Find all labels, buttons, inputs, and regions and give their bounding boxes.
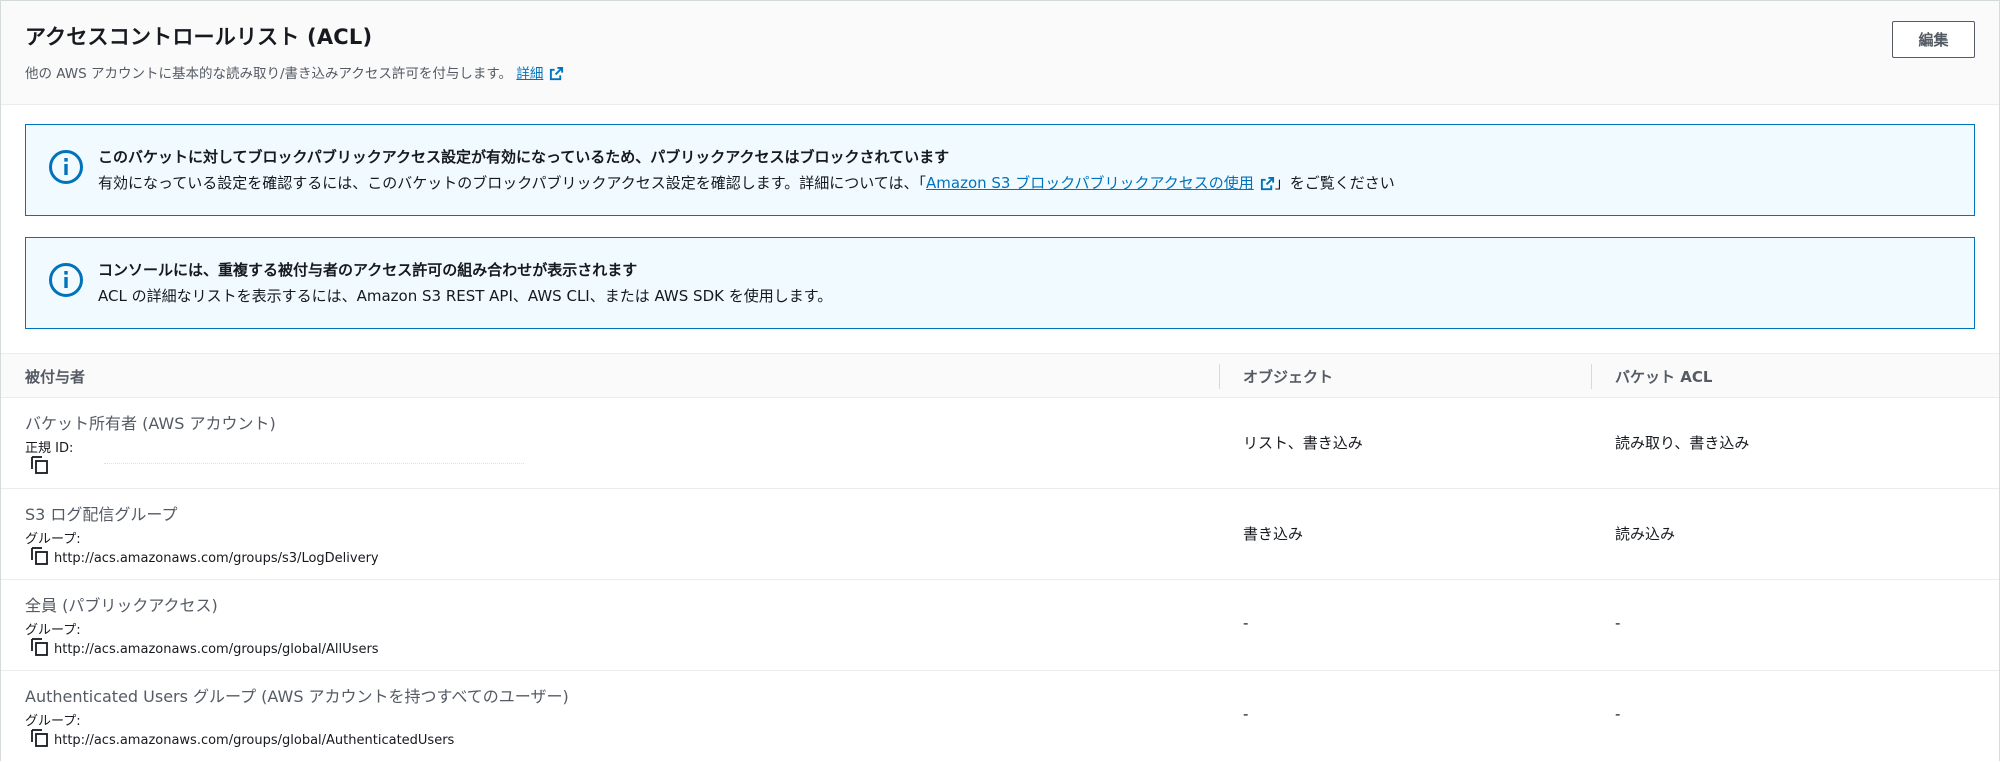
grantee-id-value: http://acs.amazonaws.com/groups/s3/LogDe…: [54, 550, 379, 566]
acl-panel: アクセスコントロールリスト (ACL) 他の AWS アカウントに基本的な読み取…: [0, 0, 2000, 762]
bucket-acl-permission: -: [1615, 614, 1621, 632]
block-public-access-link[interactable]: Amazon S3 ブロックパブリックアクセスの使用: [926, 174, 1254, 192]
grantee-id: http://acs.amazonaws.com/groups/global/A…: [31, 638, 379, 660]
alert-title: コンソールには、重複する被付与者のアクセス許可の組み合わせが表示されます: [98, 261, 638, 279]
grantee-label: グループ:: [25, 623, 81, 638]
alert-body-suffix: 」をご覧ください: [1274, 174, 1395, 192]
grantee-label: グループ:: [25, 714, 81, 729]
table-header: 被付与者 オブジェクト バケット ACL: [1, 353, 1999, 398]
grantee-id-value: http://acs.amazonaws.com/groups/global/A…: [54, 732, 455, 748]
column-header-object: オブジェクト: [1243, 368, 1334, 386]
bucket-acl-permission: -: [1615, 705, 1621, 723]
table-row: Authenticated Users グループ (AWS アカウントを持つすべ…: [1, 671, 1999, 762]
object-permission: 書き込み: [1243, 525, 1304, 543]
column-header-bucket-acl: バケット ACL: [1615, 368, 1713, 386]
object-permission: リスト、書き込み: [1243, 434, 1363, 452]
external-link-icon[interactable]: [549, 66, 564, 85]
copy-icon[interactable]: [31, 456, 48, 478]
details-link[interactable]: 詳細: [516, 66, 543, 82]
object-permission: -: [1243, 705, 1249, 723]
alert-title: このバケットに対してブロックパブリックアクセス設定が有効になっているため、パブリ…: [98, 148, 950, 166]
grantee-id: http://acs.amazonaws.com/groups/s3/LogDe…: [31, 547, 379, 569]
alert-body: ACL の詳細なリストを表示するには、Amazon S3 REST API、AW…: [98, 287, 833, 305]
table-row: S3 ログ配信グループ グループ: http://acs.amazonaws.c…: [1, 489, 1999, 580]
grantee-name: 全員 (パブリックアクセス): [25, 596, 218, 615]
alert-body-prefix: 有効になっている設定を確認するには、このバケットのブロックパブリックアクセス設定…: [98, 174, 927, 192]
grantee-name: バケット所有者 (AWS アカウント): [25, 414, 276, 433]
copy-icon[interactable]: [31, 729, 48, 751]
grantee-id: [31, 456, 524, 478]
panel-header: アクセスコントロールリスト (ACL) 他の AWS アカウントに基本的な読み取…: [1, 1, 1999, 105]
page-title: アクセスコントロールリスト (ACL): [25, 25, 373, 49]
permissions-info-alert: コンソールには、重複する被付与者のアクセス許可の組み合わせが表示されます ACL…: [25, 237, 1975, 329]
grantee-name: Authenticated Users グループ (AWS アカウントを持つすべ…: [25, 687, 569, 706]
table-row: 全員 (パブリックアクセス) グループ: http://acs.amazonaw…: [1, 580, 1999, 671]
grantee-label: 正規 ID:: [25, 441, 74, 456]
copy-icon[interactable]: [31, 547, 48, 569]
grantee-id-value: http://acs.amazonaws.com/groups/global/A…: [54, 641, 379, 657]
external-link-icon[interactable]: [1260, 176, 1275, 195]
grantee-id: http://acs.amazonaws.com/groups/global/A…: [31, 729, 455, 751]
object-permission: -: [1243, 614, 1249, 632]
info-circle-icon: [48, 262, 84, 302]
description-text: 他の AWS アカウントに基本的な読み取り/書き込みアクセス許可を付与します。: [25, 66, 513, 82]
block-public-access-alert: このバケットに対してブロックパブリックアクセス設定が有効になっているため、パブリ…: [25, 124, 1975, 216]
copy-icon[interactable]: [31, 638, 48, 660]
edit-button[interactable]: 編集: [1892, 21, 1975, 58]
column-divider: [1219, 364, 1220, 389]
alert-body: 有効になっている設定を確認するには、このバケットのブロックパブリックアクセス設定…: [98, 172, 1395, 195]
column-divider: [1591, 364, 1592, 389]
column-header-grantee: 被付与者: [25, 368, 86, 386]
info-circle-icon: [48, 149, 84, 189]
grantee-name: S3 ログ配信グループ: [25, 505, 178, 524]
redacted-id: [104, 463, 524, 471]
bucket-acl-permission: 読み込み: [1615, 525, 1676, 543]
grantee-label: グループ:: [25, 532, 81, 547]
panel-description: 他の AWS アカウントに基本的な読み取り/書き込みアクセス許可を付与します。 …: [25, 62, 564, 85]
table-row: バケット所有者 (AWS アカウント) 正規 ID: リスト、書き込み 読み取り…: [1, 398, 1999, 489]
bucket-acl-permission: 読み取り、書き込み: [1615, 434, 1750, 452]
